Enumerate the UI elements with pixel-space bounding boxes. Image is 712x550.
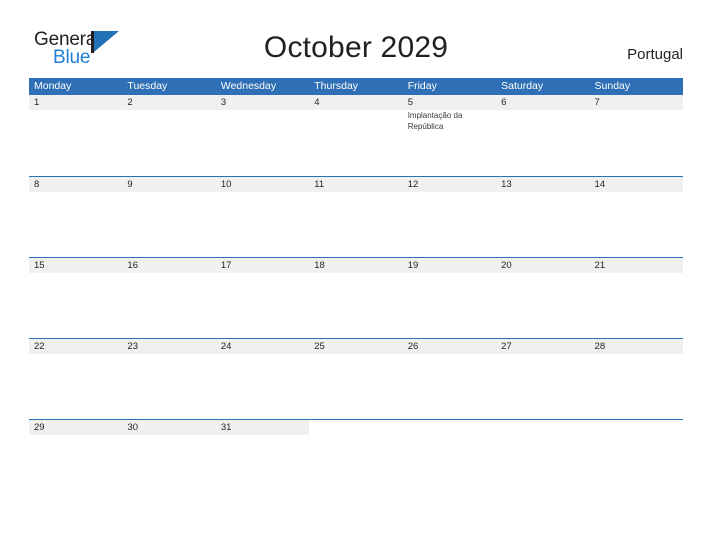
weekday-header-tuesday: Tuesday: [127, 80, 168, 92]
week-row: 8 9 10 11 12 13 14: [29, 176, 683, 257]
day-cell[interactable]: 12: [402, 177, 497, 257]
day-band: [402, 95, 497, 110]
day-number: 20: [501, 260, 512, 271]
day-cell[interactable]: 23: [122, 339, 216, 419]
day-band: [496, 95, 590, 110]
day-band: [29, 95, 123, 110]
day-number: 9: [127, 179, 133, 190]
day-cell-empty: [402, 420, 497, 500]
day-number: 16: [127, 260, 138, 271]
day-number: 28: [594, 341, 606, 352]
calendar-grid: Monday Tuesday Wednesday Thursday Friday…: [29, 78, 683, 500]
weekday-header-row: Monday Tuesday Wednesday Thursday Friday…: [29, 78, 683, 95]
day-cell[interactable]: 25: [309, 339, 403, 419]
weekday-header-wednesday: Wednesday: [220, 80, 277, 92]
day-number: 21: [594, 260, 606, 271]
day-cell[interactable]: 27: [496, 339, 590, 419]
day-number: 1: [34, 97, 40, 108]
day-number: 14: [594, 179, 606, 190]
day-number: 10: [220, 179, 232, 190]
weekday-header-saturday: Saturday: [501, 80, 544, 92]
day-cell-empty: [496, 420, 590, 500]
day-number: 26: [407, 341, 419, 352]
day-number: 29: [34, 422, 45, 433]
day-cell[interactable]: 8: [29, 177, 123, 257]
day-number: 5: [407, 97, 413, 108]
day-cell[interactable]: 3: [215, 95, 310, 175]
day-cell[interactable]: 19: [402, 258, 497, 338]
week-row: 22 23 24 25 26 27 28: [29, 338, 683, 419]
day-cell[interactable]: 26: [402, 339, 497, 419]
week-row: 29 30 31: [29, 419, 683, 500]
day-number: 19: [407, 260, 419, 271]
weekday-header-sunday: Sunday: [594, 80, 631, 92]
day-band: [309, 420, 403, 435]
day-cell[interactable]: 4: [309, 95, 403, 175]
day-cell[interactable]: 13: [496, 177, 590, 257]
week-row: 1 2 3 4 5 Implantação da República 6 7: [29, 95, 683, 176]
day-cell[interactable]: 18: [309, 258, 403, 338]
day-number: 12: [407, 179, 419, 190]
day-cell[interactable]: 9: [122, 177, 216, 257]
day-number: 18: [314, 260, 325, 271]
day-cell[interactable]: 16: [122, 258, 216, 338]
day-band: [215, 95, 310, 110]
day-number: 30: [127, 422, 138, 433]
day-band: [122, 177, 216, 192]
day-cell[interactable]: 5 Implantação da República: [402, 95, 497, 175]
day-number: 2: [127, 97, 133, 108]
weekday-header-thursday: Thursday: [314, 80, 359, 92]
day-band: [589, 95, 683, 110]
day-cell[interactable]: 1: [29, 95, 123, 175]
day-cell[interactable]: 22: [29, 339, 123, 419]
day-number: 7: [594, 97, 600, 108]
day-band: [496, 420, 590, 435]
calendar-page: General Blue October 2029 Portugal Monda…: [0, 0, 712, 550]
page-header: General Blue October 2029 Portugal: [0, 0, 712, 78]
day-number: 13: [501, 179, 512, 190]
day-number: 8: [34, 179, 40, 190]
day-band: [29, 177, 123, 192]
weekday-header-friday: Friday: [407, 80, 437, 92]
day-number: 15: [34, 260, 45, 271]
day-cell[interactable]: 11: [309, 177, 403, 257]
day-band: [589, 420, 683, 435]
day-cell[interactable]: 2: [122, 95, 216, 175]
day-cell[interactable]: 29: [29, 420, 123, 500]
day-number: 22: [34, 341, 45, 352]
day-cell[interactable]: 7: [589, 95, 683, 175]
day-number: 17: [220, 260, 232, 271]
week-row: 15 16 17 18 19 20 21: [29, 257, 683, 338]
day-number: 3: [220, 97, 227, 108]
day-number: 6: [501, 97, 507, 108]
country-label: Portugal: [627, 46, 683, 63]
day-cell[interactable]: 31: [215, 420, 310, 500]
day-cell[interactable]: 14: [589, 177, 683, 257]
day-number: 11: [314, 179, 325, 190]
day-number: 23: [127, 341, 138, 352]
day-number: 4: [314, 97, 320, 108]
day-band: [122, 95, 216, 110]
day-band: [309, 95, 403, 110]
day-number: 24: [220, 341, 232, 352]
day-number: 27: [501, 341, 512, 352]
day-cell[interactable]: 15: [29, 258, 123, 338]
day-cell-empty: [589, 420, 683, 500]
day-cell[interactable]: 24: [215, 339, 310, 419]
day-cell[interactable]: 20: [496, 258, 590, 338]
day-cell[interactable]: 30: [122, 420, 216, 500]
page-title: October 2029: [263, 31, 449, 64]
day-cell[interactable]: 21: [589, 258, 683, 338]
day-cell[interactable]: 28: [589, 339, 683, 419]
day-cell[interactable]: 17: [215, 258, 310, 338]
day-number: 25: [314, 341, 325, 352]
day-cell[interactable]: 10: [215, 177, 310, 257]
day-cell[interactable]: 6: [496, 95, 590, 175]
day-cell-empty: [309, 420, 403, 500]
day-band: [402, 420, 497, 435]
weekday-header-monday: Monday: [34, 80, 72, 92]
day-event: Implantação da República: [407, 111, 463, 131]
day-number: 31: [220, 422, 232, 433]
